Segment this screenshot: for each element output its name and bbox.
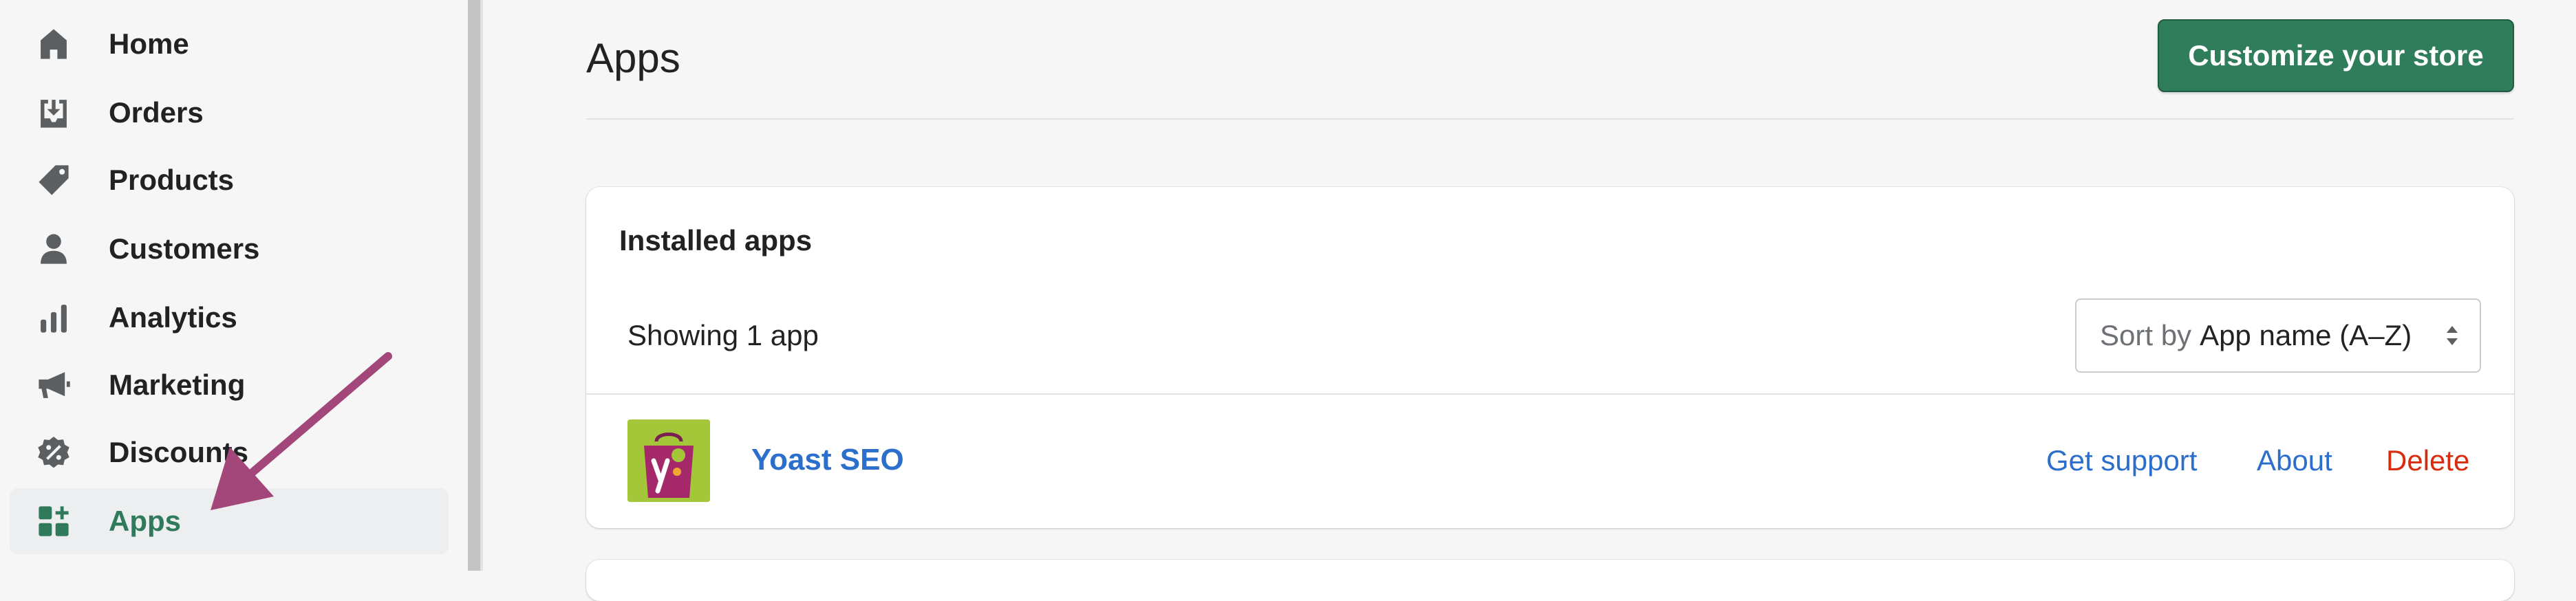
page-title: Apps (586, 35, 680, 81)
sidebar-item-label: Customers (109, 232, 260, 265)
home-icon (34, 25, 73, 63)
sidebar-nav: Home Orders Products Customers Analytics (0, 0, 468, 571)
sidebar-item-home[interactable]: Home (10, 11, 449, 77)
orders-icon (34, 94, 73, 132)
discount-icon (34, 433, 73, 472)
sidebar-item-apps[interactable]: Apps (10, 488, 449, 554)
megaphone-icon (34, 366, 73, 404)
sidebar-item-marketing[interactable]: Marketing (10, 352, 449, 418)
title-divider (586, 118, 2514, 120)
customize-store-button[interactable]: Customize your store (2158, 19, 2514, 92)
sidebar-item-orders[interactable]: Orders (10, 80, 449, 146)
sidebar-item-label: Discounts (109, 436, 249, 468)
sidebar-item-label: Analytics (109, 301, 237, 334)
tag-icon (34, 161, 73, 199)
sort-select[interactable]: Sort by App name (A–Z) (2075, 298, 2481, 373)
sidebar-divider[interactable] (468, 0, 480, 571)
select-caret-icon (2447, 326, 2458, 345)
sidebar-item-products[interactable]: Products (10, 147, 449, 213)
sidebar-item-customers[interactable]: Customers (10, 216, 449, 282)
get-support-link[interactable]: Get support (2046, 444, 2197, 477)
sidebar-item-label: Apps (109, 505, 181, 537)
installed-apps-card: Installed apps Showing 1 app Sort by App… (586, 187, 2514, 528)
apps-icon (34, 502, 73, 540)
app-name-link[interactable]: Yoast SEO (751, 443, 904, 477)
sort-prefix: Sort by (2100, 319, 2192, 351)
sidebar-divider-edge (480, 0, 483, 571)
delete-link[interactable]: Delete (2386, 444, 2469, 477)
sidebar-item-discounts[interactable]: Discounts (10, 419, 449, 485)
card-title: Installed apps (619, 224, 813, 256)
yoast-bag-icon[interactable] (627, 419, 710, 502)
sidebar-item-label: Home (109, 28, 189, 60)
row-divider (586, 393, 2514, 395)
next-card (586, 560, 2514, 601)
person-icon (34, 230, 73, 268)
sort-value: App name (A–Z) (2200, 319, 2412, 351)
sidebar-item-analytics[interactable]: Analytics (10, 285, 449, 351)
sidebar-item-label: Orders (109, 96, 204, 129)
sidebar-item-label: Products (109, 164, 235, 196)
app-count: Showing 1 app (627, 319, 819, 351)
bar-chart-icon (34, 298, 73, 337)
sidebar-item-label: Marketing (109, 369, 246, 401)
about-link[interactable]: About (2257, 444, 2332, 477)
